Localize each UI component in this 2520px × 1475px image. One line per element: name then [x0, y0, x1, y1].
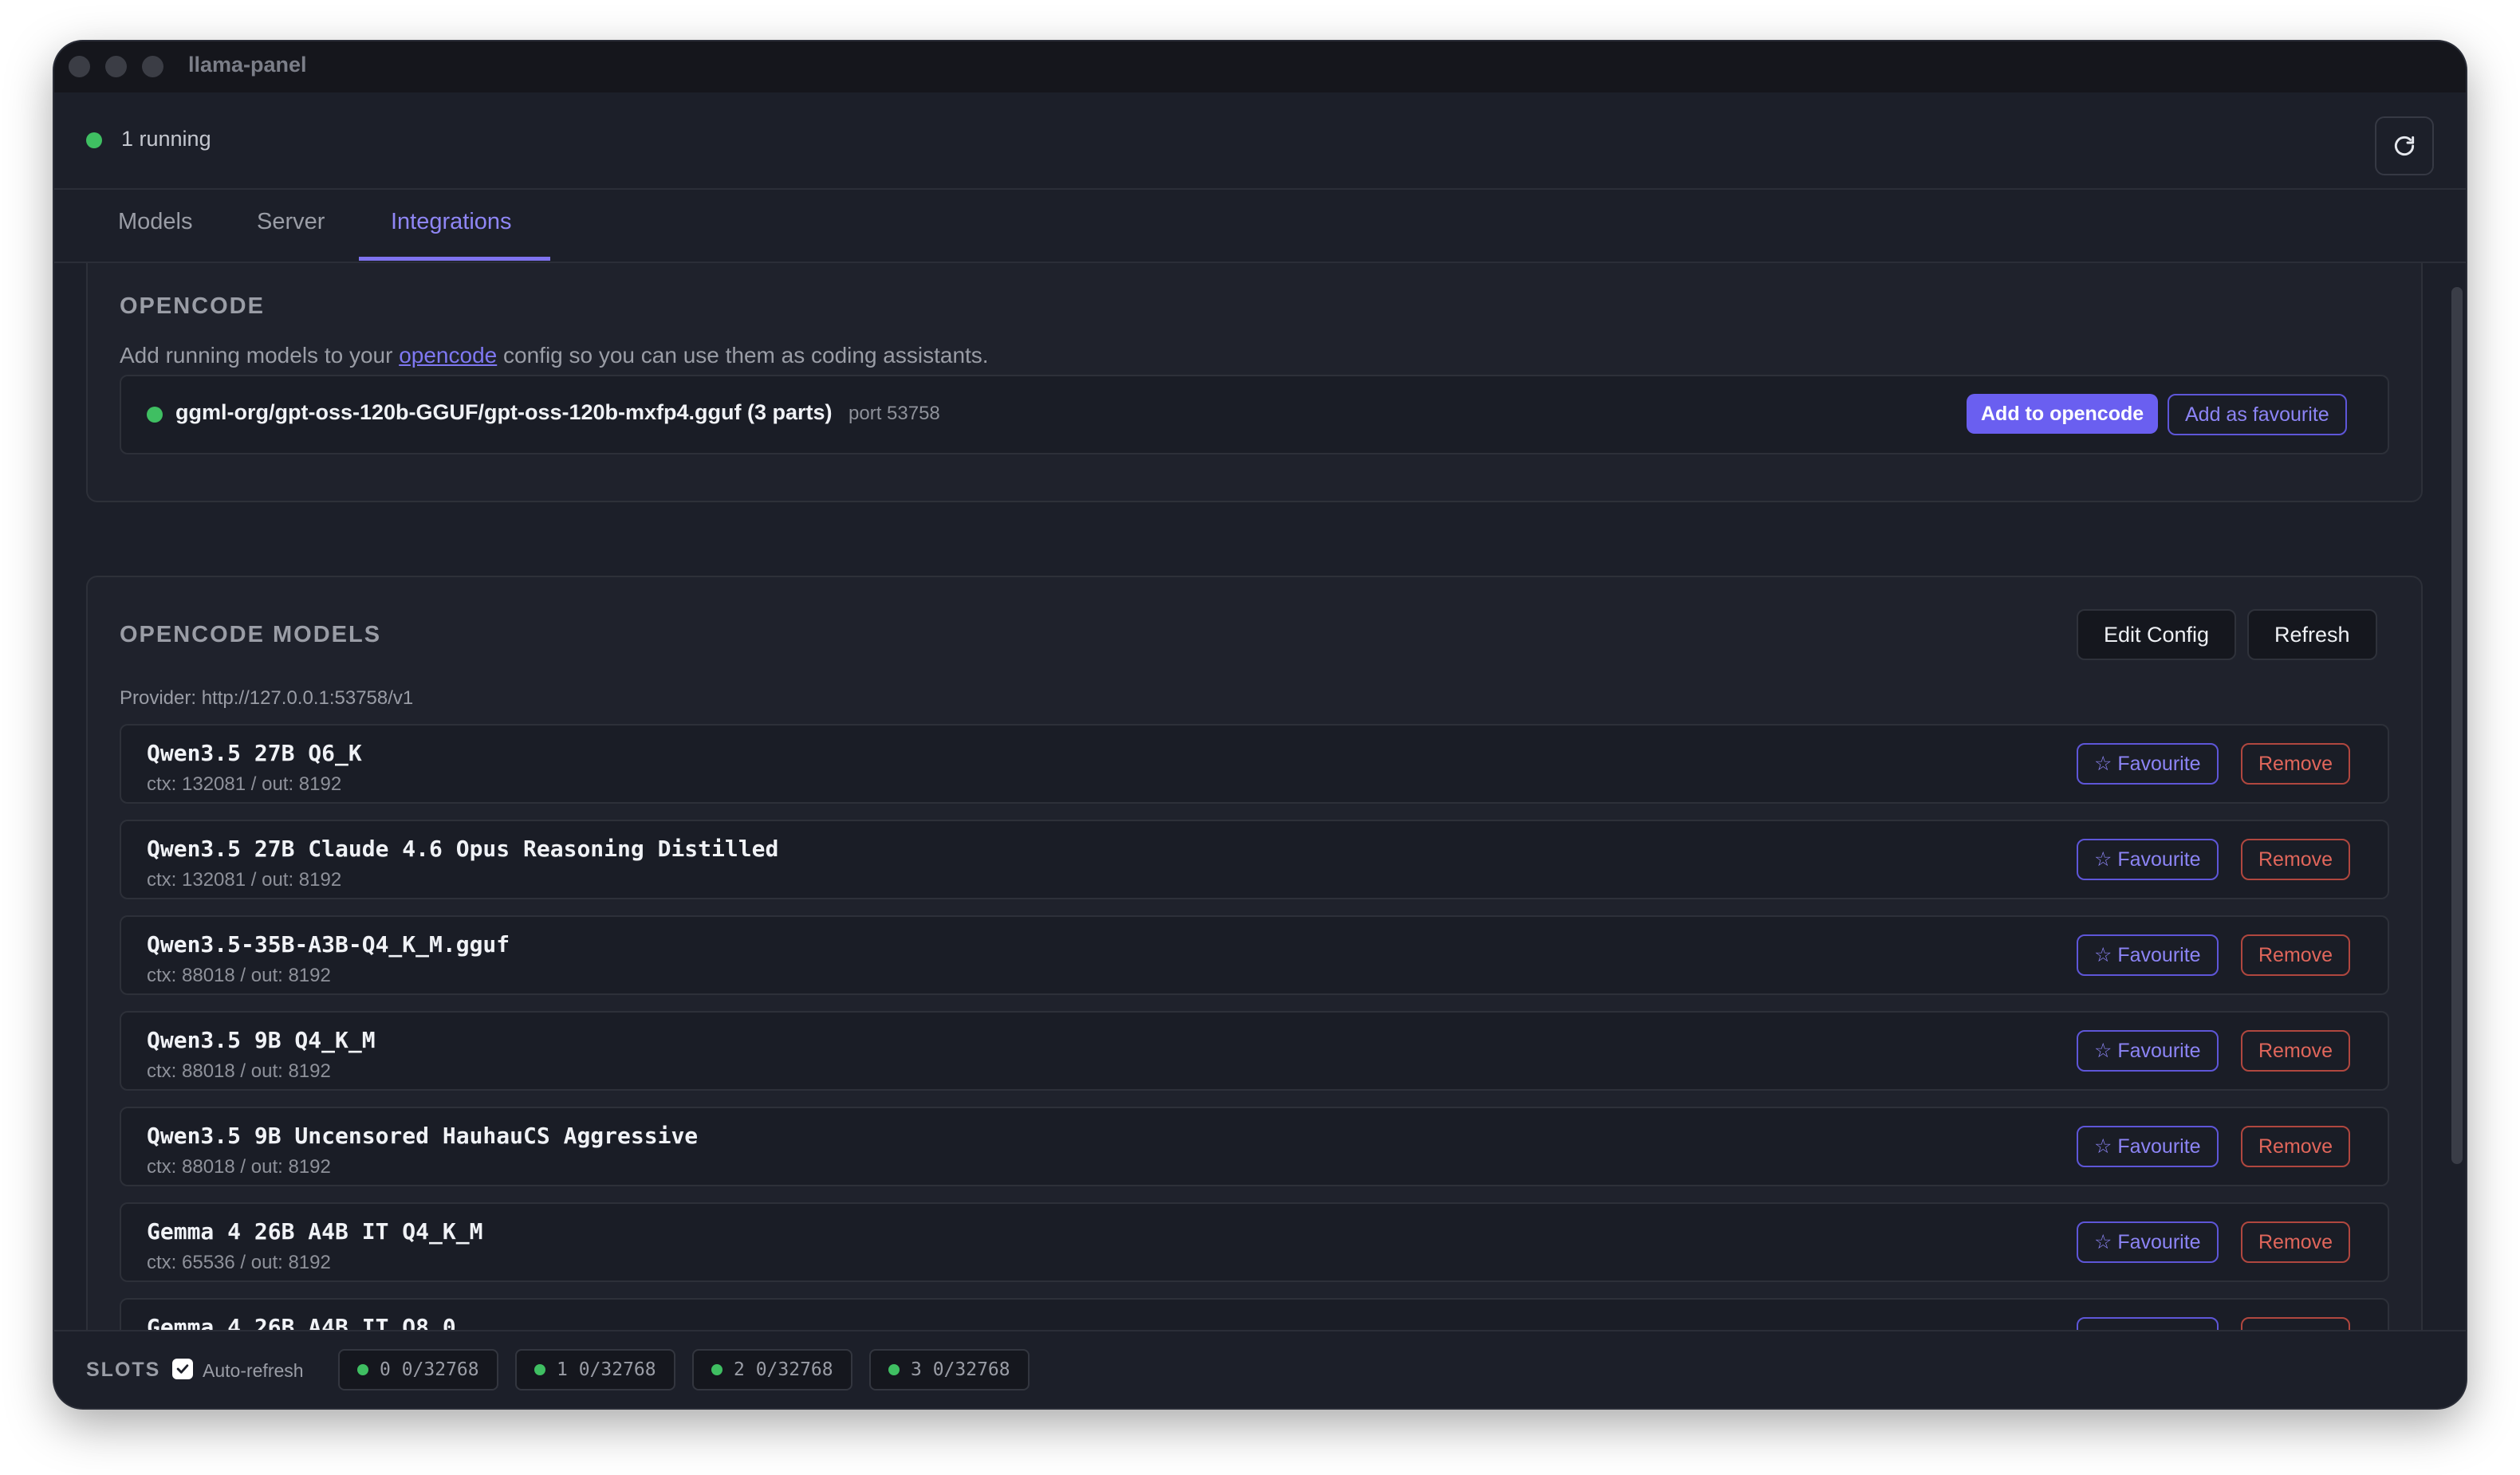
tab-models[interactable]: Models [118, 209, 193, 235]
remove-button[interactable]: Remove [2241, 743, 2351, 785]
edit-config-button[interactable]: Edit Config [2077, 609, 2237, 660]
status-bar: 1 running [54, 92, 2466, 190]
model-row: Qwen3.5 27B Q6_K ctx: 132081 / out: 8192 ☆… [120, 724, 2389, 804]
model-row: Qwen3.5 9B Uncensored HauhauCS Aggressiv… [120, 1107, 2389, 1186]
minimize-window-button[interactable] [105, 56, 127, 77]
refresh-icon [2394, 136, 2415, 156]
running-model-row: ggml-org/gpt-oss-120b-GGUF/gpt-oss-120b-… [120, 375, 2389, 454]
slot-badge: 1 0/32768 [515, 1349, 675, 1390]
model-meta: ctx: 88018 / out: 8192 [147, 965, 331, 986]
running-model-name: ggml-org/gpt-oss-120b-GGUF/gpt-oss-120b-… [175, 400, 833, 424]
integrations-content: OPENCODE Add running models to your open… [54, 263, 2466, 1331]
provider-url: Provider: http://127.0.0.1:53758/v1 [120, 687, 414, 709]
slots-footer: SLOTS Auto-refresh 0 0/32768 1 0/32768 2 0… [54, 1330, 2466, 1408]
model-meta: ctx: 65536 / out: 8192 [147, 1252, 331, 1273]
opencode-link[interactable]: opencode [399, 343, 497, 368]
scrollbar[interactable] [2451, 287, 2463, 1164]
auto-refresh-checkbox[interactable] [172, 1359, 193, 1379]
running-count: 1 running [121, 127, 211, 151]
add-as-favourite-button[interactable]: Add as favourite [2168, 394, 2347, 435]
model-name: Qwen3.5-35B-A3B-Q4_K_M.gguf [147, 931, 510, 958]
remove-button[interactable]: Remove [2241, 934, 2351, 976]
running-model-port: port 53758 [849, 403, 940, 424]
model-meta: ctx: 132081 / out: 8192 [147, 869, 342, 891]
remove-button[interactable]: Remove [2241, 839, 2351, 880]
maximize-window-button[interactable] [142, 56, 163, 77]
opencode-models-card: OPENCODE MODELS Edit Config Refresh Prov… [86, 576, 2423, 1331]
slot-label: 0 0/32768 [380, 1359, 479, 1380]
model-name: Qwen3.5 9B Uncensored HauhauCS Aggressiv… [147, 1123, 699, 1149]
opencode-models-title: OPENCODE MODELS [120, 622, 382, 647]
model-row: Qwen3.5-35B-A3B-Q4_K_M.gguf ctx: 88018 / … [120, 915, 2389, 995]
favourite-button[interactable]: ☆ Favourite [2077, 1221, 2219, 1263]
favourite-button[interactable]: ☆ Favourite [2077, 743, 2219, 785]
slot-status-dot [534, 1364, 545, 1375]
tab-bar: Models Server Integrations [54, 190, 2466, 263]
model-name: Qwen3.5 27B Q6_K [147, 740, 362, 766]
slot-badge: 3 0/32768 [869, 1349, 1030, 1390]
app-window: llama-panel 1 running Models Server Inte… [54, 41, 2466, 1408]
slots-label: SLOTS [86, 1359, 161, 1381]
check-icon [176, 1364, 189, 1374]
slot-status-dot [357, 1364, 368, 1375]
model-meta: ctx: 88018 / out: 8192 [147, 1060, 331, 1082]
slot-status-dot [711, 1364, 723, 1375]
opencode-section-title: OPENCODE [120, 293, 265, 319]
tab-integrations[interactable]: Integrations [391, 209, 512, 235]
model-meta: ctx: 132081 / out: 8192 [147, 773, 342, 795]
opencode-card: OPENCODE Add running models to your open… [86, 263, 2423, 502]
remove-button[interactable]: Remove [2241, 1126, 2351, 1167]
favourite-button[interactable]: ☆ Favourite [2077, 934, 2219, 976]
model-name: Gemma 4 26B A4B IT Q4_K_M [147, 1218, 483, 1245]
add-to-opencode-button[interactable]: Add to opencode [1967, 394, 2159, 434]
opencode-description: Add running models to your opencode conf… [120, 343, 989, 368]
refresh-button[interactable] [2375, 116, 2434, 175]
close-window-button[interactable] [69, 56, 90, 77]
model-meta: ctx: 88018 / out: 8192 [147, 1156, 331, 1178]
model-row: Gemma 4 26B A4B IT Q4_K_M ctx: 65536 / ou… [120, 1202, 2389, 1282]
remove-button[interactable]: Remove [2241, 1221, 2351, 1263]
slot-status-dot [888, 1364, 900, 1375]
description-text-end: config so you can use them as coding ass… [497, 343, 989, 368]
favourite-button[interactable]: ☆ Favourite [2077, 839, 2219, 880]
description-text: Add running models to your [120, 343, 400, 368]
model-row: Gemma 4 26B A4B IT Q8_0ctx: 65536 / out:… [120, 1298, 2389, 1331]
slot-label: 2 0/32768 [734, 1359, 833, 1380]
window-title: llama-panel [188, 53, 307, 77]
title-bar: llama-panel [54, 41, 2466, 92]
slot-badge: 2 0/32768 [692, 1349, 852, 1390]
favourite-button[interactable]: ☆ Favourite [2077, 1126, 2219, 1167]
model-row: Qwen3.5 9B Q4_K_M ctx: 88018 / out: 8192 ☆… [120, 1011, 2389, 1091]
remove-button[interactable]: Remove [2241, 1030, 2351, 1072]
active-tab-indicator [359, 257, 550, 261]
model-name: Gemma 4 26B A4B IT Q8_0 [147, 1314, 456, 1331]
slot-label: 1 0/32768 [557, 1359, 656, 1380]
auto-refresh-label: Auto-refresh [203, 1360, 304, 1381]
slot-label: 3 0/32768 [911, 1359, 1010, 1380]
model-name: Qwen3.5 27B Claude 4.6 Opus Reasoning Di… [147, 836, 779, 862]
running-status-dot [86, 132, 102, 148]
slot-badge: 0 0/32768 [338, 1349, 498, 1390]
refresh-models-button[interactable]: Refresh [2247, 609, 2377, 660]
model-name: Qwen3.5 9B Q4_K_M [147, 1027, 376, 1053]
model-row: Qwen3.5 27B Claude 4.6 Opus Reasoning Di… [120, 820, 2389, 899]
favourite-button[interactable]: ☆ Favourite [2077, 1030, 2219, 1072]
tab-server[interactable]: Server [257, 209, 325, 235]
running-model-dot [147, 407, 163, 423]
